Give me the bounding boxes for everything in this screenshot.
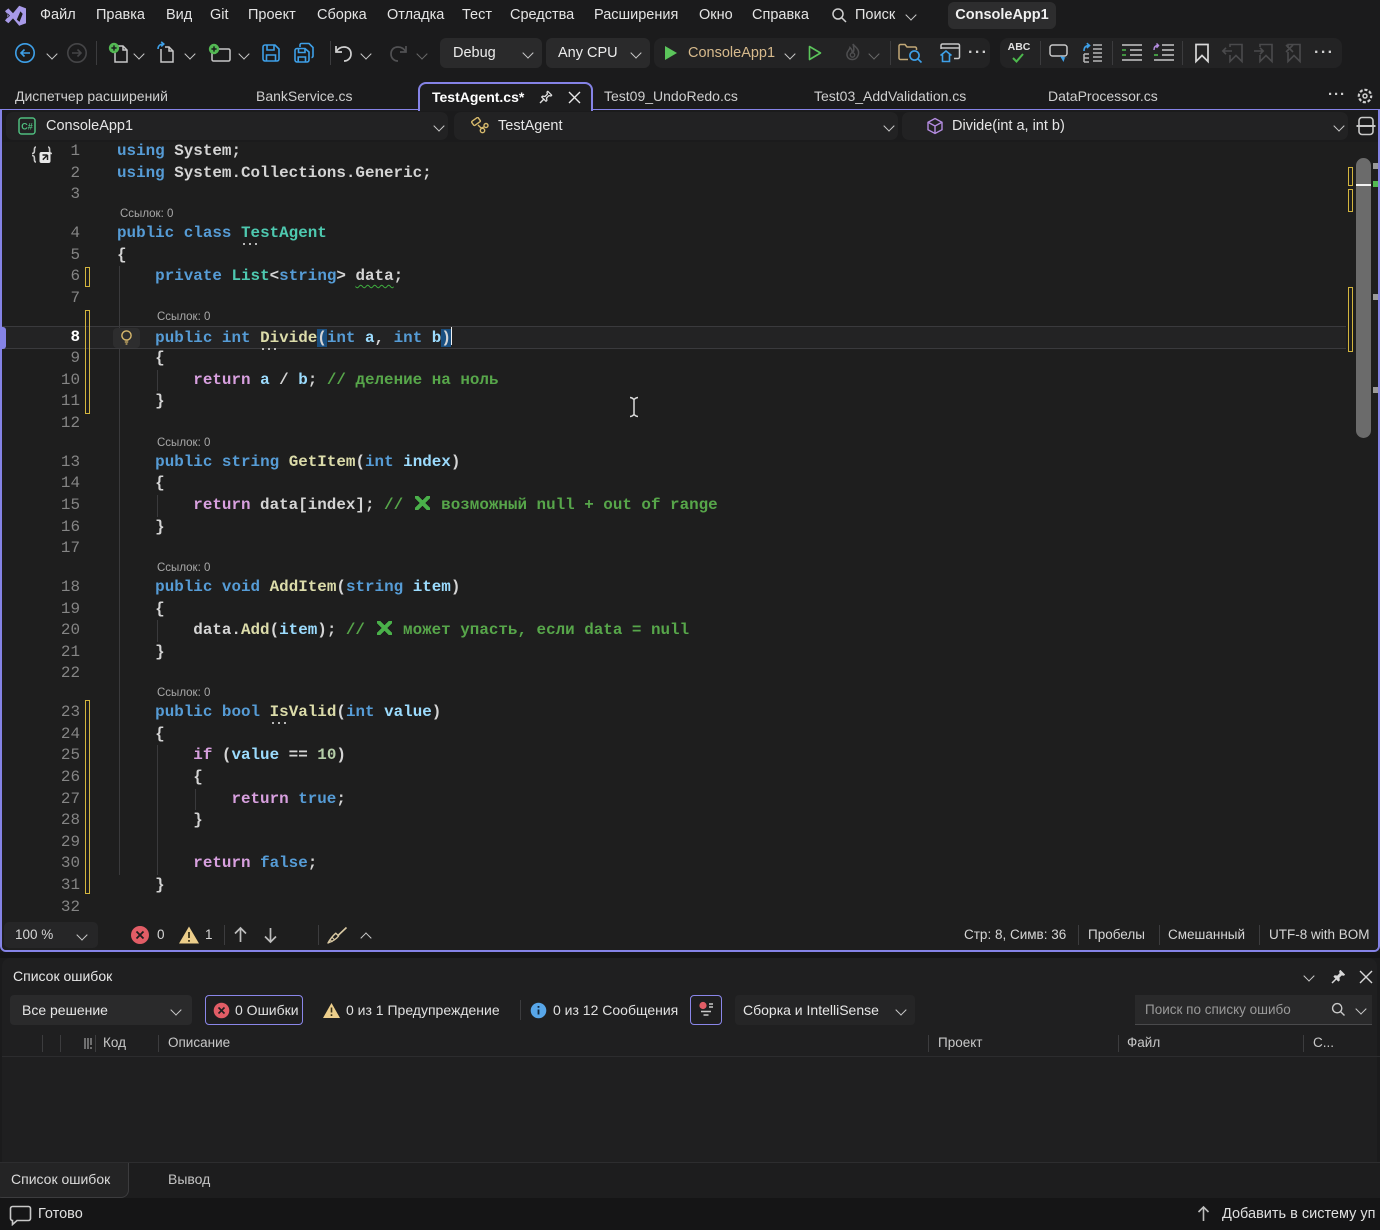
svg-text:C#: C#: [21, 122, 33, 132]
